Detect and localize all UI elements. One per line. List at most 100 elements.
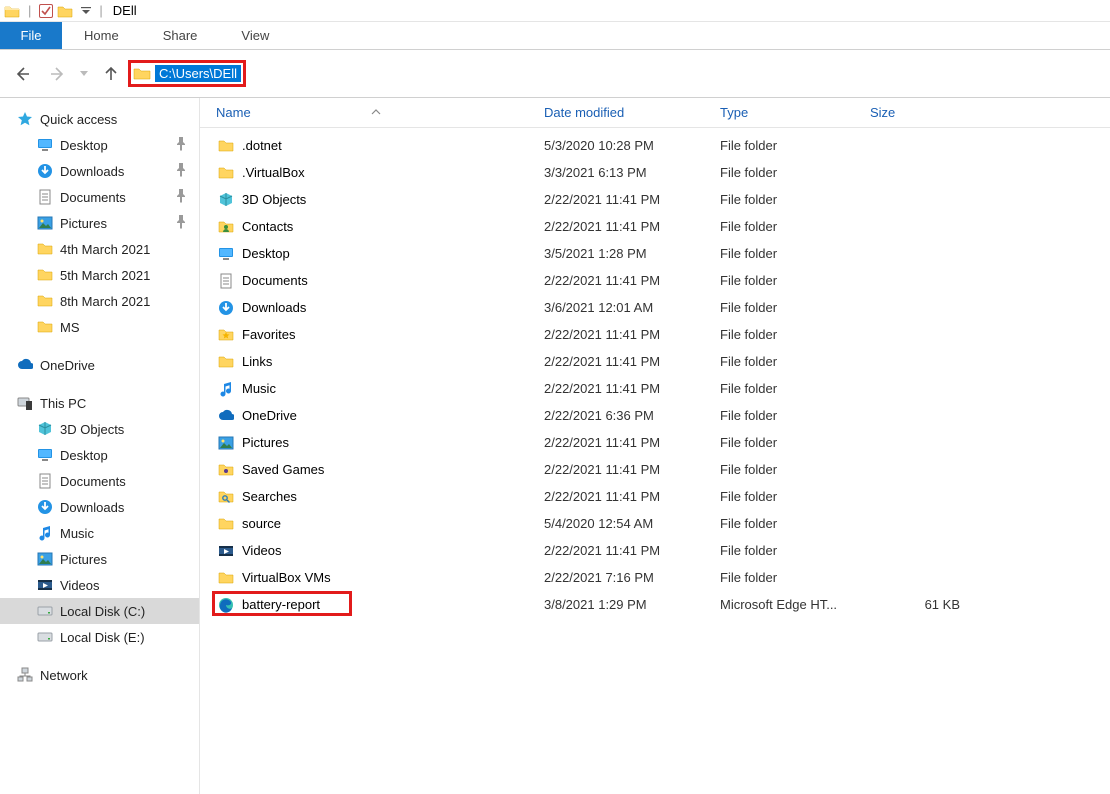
file-row-3[interactable]: Contacts 2/22/2021 11:41 PM File folder <box>200 213 1110 240</box>
video-icon <box>216 542 236 560</box>
tree-label: Downloads <box>60 500 124 515</box>
tree-quick-item-3[interactable]: Pictures <box>0 210 199 236</box>
tree-pc-item-5[interactable]: Pictures <box>0 546 199 572</box>
file-name: Contacts <box>242 219 544 234</box>
tree-label: 3D Objects <box>60 422 124 437</box>
file-row-9[interactable]: Music 2/22/2021 11:41 PM File folder <box>200 375 1110 402</box>
file-row-2[interactable]: 3D Objects 2/22/2021 11:41 PM File folde… <box>200 186 1110 213</box>
tree-network[interactable]: Network <box>0 662 199 688</box>
file-date: 2/22/2021 11:41 PM <box>544 219 720 234</box>
column-type[interactable]: Type <box>720 105 870 120</box>
download-icon <box>216 299 236 317</box>
file-row-11[interactable]: Pictures 2/22/2021 11:41 PM File folder <box>200 429 1110 456</box>
file-name: .dotnet <box>242 138 544 153</box>
file-name: Saved Games <box>242 462 544 477</box>
tree-quick-item-5[interactable]: 5th March 2021 <box>0 262 199 288</box>
tree-label: 5th March 2021 <box>60 268 150 283</box>
tree-quick-item-7[interactable]: MS <box>0 314 199 340</box>
tree-label: Music <box>60 526 94 541</box>
doc-icon <box>216 272 236 290</box>
folder-icon <box>36 319 54 335</box>
file-date: 2/22/2021 7:16 PM <box>544 570 720 585</box>
tree-pc-item-3[interactable]: Downloads <box>0 494 199 520</box>
tree-pc-item-6[interactable]: Videos <box>0 572 199 598</box>
tree-quick-item-0[interactable]: Desktop <box>0 132 199 158</box>
column-name[interactable]: Name <box>216 105 544 120</box>
file-date: 2/22/2021 11:41 PM <box>544 489 720 504</box>
file-type: File folder <box>720 516 870 531</box>
file-name: Pictures <box>242 435 544 450</box>
tree-pc-item-4[interactable]: Music <box>0 520 199 546</box>
disk-icon <box>36 629 54 645</box>
file-type: File folder <box>720 273 870 288</box>
file-type: File folder <box>720 489 870 504</box>
back-button[interactable] <box>6 58 40 90</box>
tab-file[interactable]: File <box>0 22 62 49</box>
address-path[interactable]: C:\Users\DEll <box>155 65 241 82</box>
file-row-7[interactable]: Favorites 2/22/2021 11:41 PM File folder <box>200 321 1110 348</box>
tab-home[interactable]: Home <box>62 22 141 49</box>
cube-icon <box>216 191 236 209</box>
file-row-8[interactable]: Links 2/22/2021 11:41 PM File folder <box>200 348 1110 375</box>
download-icon <box>36 499 54 515</box>
tree-label: 4th March 2021 <box>60 242 150 257</box>
tree-onedrive[interactable]: OneDrive <box>0 352 199 378</box>
address-folder-icon <box>133 66 151 82</box>
window-folder-icon <box>4 3 20 19</box>
file-row-6[interactable]: Downloads 3/6/2021 12:01 AM File folder <box>200 294 1110 321</box>
column-headers: Name Date modified Type Size <box>200 98 1110 128</box>
pictures-icon <box>36 215 54 231</box>
tree-quick-access[interactable]: Quick access <box>0 106 199 132</box>
file-name: Desktop <box>242 246 544 261</box>
file-row-13[interactable]: Searches 2/22/2021 11:41 PM File folder <box>200 483 1110 510</box>
file-name: Favorites <box>242 327 544 342</box>
column-date[interactable]: Date modified <box>544 105 720 120</box>
tree-quick-item-1[interactable]: Downloads <box>0 158 199 184</box>
qat-properties-icon[interactable] <box>39 4 53 18</box>
column-size[interactable]: Size <box>870 105 966 120</box>
tree-quick-item-4[interactable]: 4th March 2021 <box>0 236 199 262</box>
file-date: 3/8/2021 1:29 PM <box>544 597 720 612</box>
file-name: Links <box>242 354 544 369</box>
pin-icon <box>173 214 189 233</box>
address-bar-highlight: C:\Users\DEll <box>128 60 246 87</box>
tree-quick-item-6[interactable]: 8th March 2021 <box>0 288 199 314</box>
file-row-1[interactable]: .VirtualBox 3/3/2021 6:13 PM File folder <box>200 159 1110 186</box>
file-row-16[interactable]: VirtualBox VMs 2/22/2021 7:16 PM File fo… <box>200 564 1110 591</box>
tree-label: Documents <box>60 474 126 489</box>
tree-quick-item-2[interactable]: Documents <box>0 184 199 210</box>
file-row-10[interactable]: OneDrive 2/22/2021 6:36 PM File folder <box>200 402 1110 429</box>
file-name: Downloads <box>242 300 544 315</box>
navigation-row: C:\Users\DEll <box>0 50 1110 98</box>
file-row-12[interactable]: Saved Games 2/22/2021 11:41 PM File fold… <box>200 456 1110 483</box>
file-row-4[interactable]: Desktop 3/5/2021 1:28 PM File folder <box>200 240 1110 267</box>
file-type: File folder <box>720 435 870 450</box>
pin-icon <box>173 188 189 207</box>
navigation-pane[interactable]: Quick access Desktop Downloads Documents… <box>0 98 200 794</box>
up-button[interactable] <box>94 58 128 90</box>
tree-this-pc[interactable]: This PC <box>0 390 199 416</box>
file-row-15[interactable]: Videos 2/22/2021 11:41 PM File folder <box>200 537 1110 564</box>
tree-pc-item-8[interactable]: Local Disk (E:) <box>0 624 199 650</box>
forward-button[interactable] <box>40 58 74 90</box>
music-icon <box>216 380 236 398</box>
games-icon <box>216 461 236 479</box>
titlebar: | | DEll <box>0 0 1110 22</box>
recent-locations-button[interactable] <box>74 58 94 90</box>
tree-pc-item-2[interactable]: Documents <box>0 468 199 494</box>
file-row-5[interactable]: Documents 2/22/2021 11:41 PM File folder <box>200 267 1110 294</box>
tree-pc-item-1[interactable]: Desktop <box>0 442 199 468</box>
qat-dropdown-icon[interactable] <box>81 3 91 18</box>
tree-pc-item-7[interactable]: Local Disk (C:) <box>0 598 199 624</box>
tree-label: 8th March 2021 <box>60 294 150 309</box>
file-name: source <box>242 516 544 531</box>
file-row-14[interactable]: source 5/4/2020 12:54 AM File folder <box>200 510 1110 537</box>
qat-folder-icon[interactable] <box>57 3 73 19</box>
file-size: 61 KB <box>870 597 960 612</box>
file-row-17[interactable]: battery-report 3/8/2021 1:29 PM Microsof… <box>200 591 1110 618</box>
tab-view[interactable]: View <box>219 22 291 49</box>
tree-pc-item-0[interactable]: 3D Objects <box>0 416 199 442</box>
file-row-0[interactable]: .dotnet 5/3/2020 10:28 PM File folder <box>200 132 1110 159</box>
tab-share[interactable]: Share <box>141 22 220 49</box>
file-name: VirtualBox VMs <box>242 570 544 585</box>
